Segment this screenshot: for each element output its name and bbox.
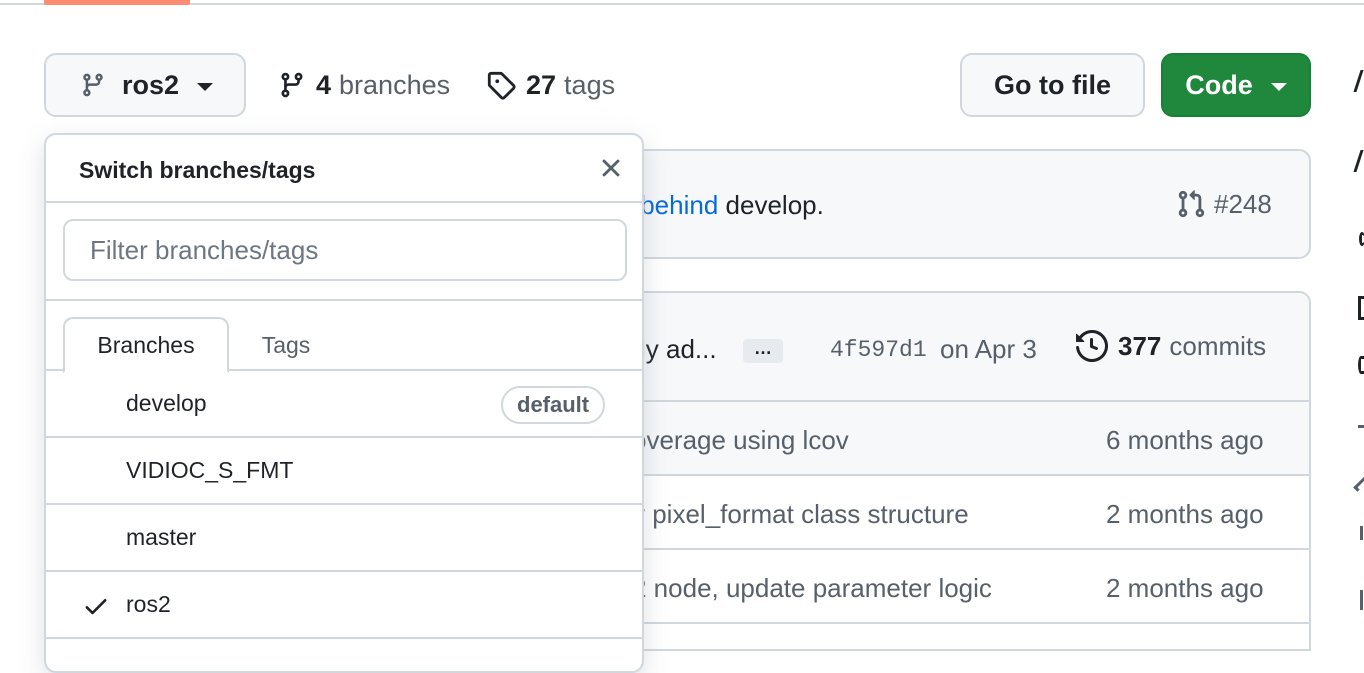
tag-icon (487, 71, 516, 100)
tags-count: 27 (526, 69, 557, 100)
sidebar-clipped-glyph (1353, 150, 1364, 172)
row-commit-message[interactable]: v pixel_format class structure (632, 499, 969, 530)
branch-item-develop[interactable]: develop default (46, 371, 642, 438)
sidebar-clipped-icon (1358, 296, 1364, 320)
pull-request-link[interactable]: #248 (1176, 188, 1272, 220)
commit-count: 377 (1118, 330, 1162, 361)
branch-selector-button[interactable]: ros2 (44, 53, 246, 117)
sidebar-clipped-glyph (1353, 70, 1364, 92)
chevron-down-icon (1270, 83, 1287, 91)
branches-count: 4 (316, 69, 332, 100)
branch-switcher-dropdown: Switch branches/tags Branches Tags devel… (44, 133, 644, 673)
branch-name: ros2 (126, 591, 171, 617)
pull-request-number: #248 (1214, 188, 1272, 219)
filter-section (46, 203, 642, 301)
go-to-file-button[interactable]: Go to file (960, 53, 1145, 117)
chevron-down-icon (197, 83, 214, 91)
sidebar-clipped-icon (1353, 476, 1364, 492)
sidebar-clipped-icon (1360, 590, 1364, 610)
sidebar-clipped-icon (1360, 526, 1364, 540)
row-commit-message[interactable]: 2 node, update parameter logic (632, 573, 992, 604)
tab-tags[interactable]: Tags (236, 317, 336, 373)
behind-target: develop. (718, 190, 824, 220)
git-branch-icon (281, 72, 303, 98)
branch-item-vidioc-s-fmt[interactable]: VIDIOC_S_FMT (46, 438, 642, 505)
row-age: 6 months ago (1106, 425, 1264, 455)
code-button-label: Code (1185, 69, 1253, 100)
commit-label: commits (1169, 330, 1267, 361)
branch-item-ros2[interactable]: ros2 (46, 572, 642, 639)
branch-tag-tabs: Branches Tags (46, 301, 642, 373)
git-pull-request-icon (1178, 190, 1205, 218)
sidebar-clipped-icon (1358, 356, 1364, 374)
nav-underline (0, 3, 1364, 5)
commit-date: on Apr 3 (940, 334, 1037, 364)
close-icon[interactable] (596, 153, 626, 183)
branch-comparison-text: s behind develop. (620, 190, 824, 221)
git-branch-icon (83, 73, 103, 97)
expand-commit-button[interactable]: … (743, 339, 783, 363)
row-age: 2 months ago (1106, 573, 1264, 603)
filter-branches-input[interactable] (63, 219, 627, 281)
row-age: 2 months ago (1106, 499, 1264, 529)
branch-item-master[interactable]: master (46, 505, 642, 572)
sidebar-clipped-icon (1358, 418, 1364, 428)
branch-name: master (126, 524, 197, 550)
default-badge: default (501, 386, 606, 424)
current-branch-label: ros2 (122, 69, 180, 100)
commit-history-link[interactable]: 377 commits (1076, 330, 1266, 362)
branches-label: branches (339, 69, 451, 100)
tab-branches[interactable]: Branches (63, 317, 229, 373)
tags-label: tags (564, 69, 616, 100)
dropdown-header: Switch branches/tags (46, 135, 642, 203)
commit-sha[interactable]: 4f597d1 (830, 337, 927, 363)
dropdown-title: Switch branches/tags (79, 157, 316, 183)
branch-name: develop (126, 390, 207, 416)
code-button[interactable]: Code (1161, 53, 1311, 117)
branches-link[interactable]: 4 branches (278, 62, 450, 108)
check-icon (85, 599, 107, 615)
tags-link[interactable]: 27 tags (486, 62, 615, 108)
history-icon (1076, 330, 1108, 362)
row-commit-message[interactable]: overage using lcov (632, 425, 849, 456)
sidebar-clipped-icon (1359, 232, 1364, 246)
branch-name: VIDIOC_S_FMT (126, 457, 294, 483)
active-tab-indicator (44, 0, 190, 5)
latest-commit-message[interactable]: ly ad... (640, 334, 717, 365)
